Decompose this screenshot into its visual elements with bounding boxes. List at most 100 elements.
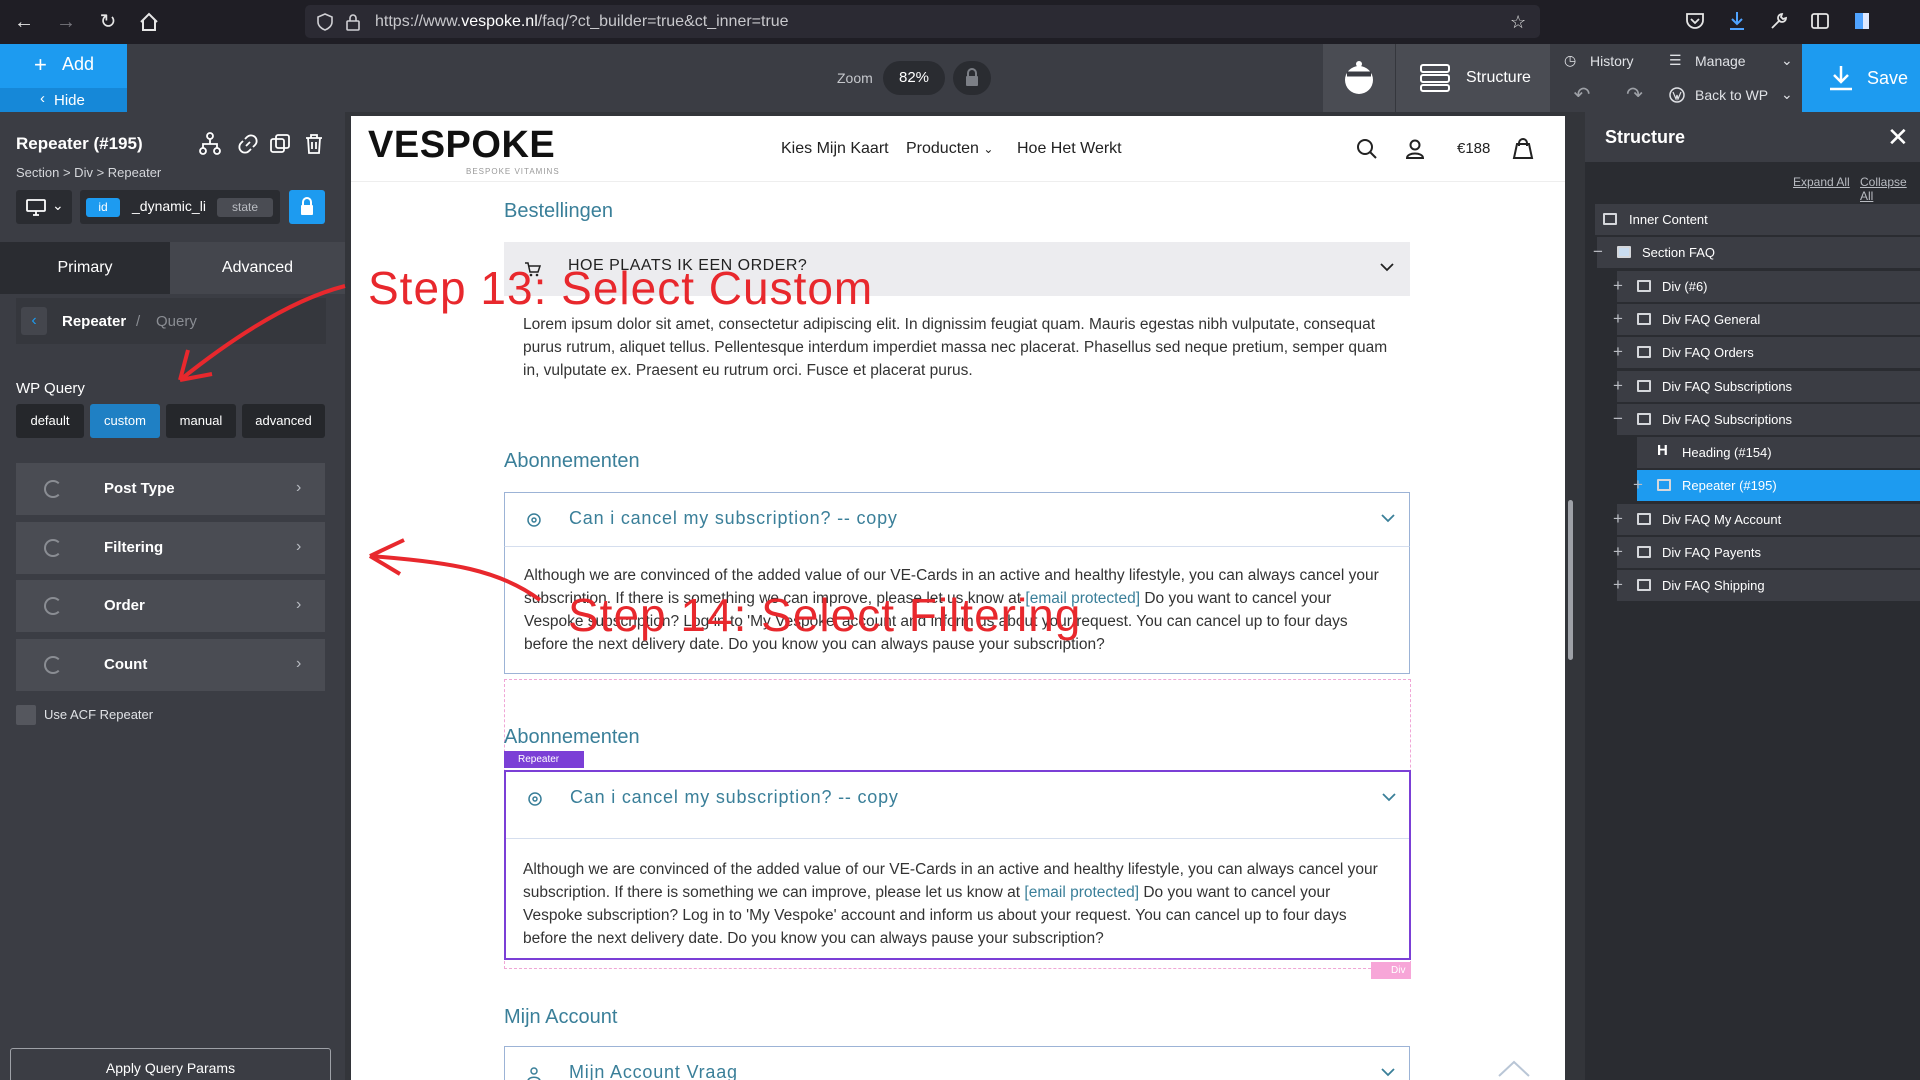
expand-all-link[interactable]: Expand All [1793, 175, 1850, 189]
menu-item-producten[interactable]: Producten ⌄ [906, 140, 993, 158]
wp-query-manual-button[interactable]: manual [166, 404, 236, 438]
pocket-icon[interactable] [1685, 11, 1705, 31]
manage-button[interactable]: ☰ Manage ⌄ [1661, 44, 1801, 78]
home-icon[interactable] [138, 11, 160, 33]
menu-item-hoe-het-werkt[interactable]: Hoe Het Werkt [1017, 140, 1122, 158]
history-button[interactable]: ◷ History [1556, 44, 1661, 78]
back-arrow-icon[interactable]: ← [12, 10, 36, 34]
expand-icon[interactable]: + [1611, 342, 1625, 362]
structure-item[interactable]: + Div FAQ Payents [1613, 537, 1920, 568]
structure-item[interactable]: + Div FAQ General [1613, 304, 1920, 335]
chevron-right-icon: › [296, 655, 302, 672]
wp-query-advanced-button[interactable]: advanced [242, 404, 325, 438]
plus-icon: + [34, 52, 47, 77]
trash-icon[interactable] [302, 132, 326, 156]
structure-item[interactable]: H Heading (#154) [1637, 437, 1920, 468]
structure-item-label: Repeater (#195) [1682, 478, 1777, 493]
duplicate-icon[interactable] [268, 132, 292, 156]
loading-icon [44, 597, 62, 615]
accordion-label: Post Type [104, 480, 175, 497]
breadcrumb-repeater[interactable]: Repeater [62, 313, 126, 330]
address-bar[interactable]: https://www.vespoke.nl/faq/?ct_builder=t… [305, 5, 1540, 38]
zoom-value[interactable]: 82% [883, 61, 945, 95]
acf-repeater-checkbox[interactable] [16, 705, 36, 725]
link-icon[interactable] [236, 132, 260, 156]
repeater-tag[interactable]: Repeater [504, 751, 584, 768]
apply-query-params-button[interactable]: Apply Query Params [10, 1048, 331, 1080]
div-tag[interactable]: Div [1371, 962, 1411, 979]
clock-icon: ◷ [1564, 52, 1577, 68]
div-icon [1637, 513, 1651, 525]
expand-icon[interactable]: + [1611, 309, 1625, 329]
device-selector[interactable]: ⌄ [16, 190, 72, 224]
structure-item[interactable]: Inner Content [1595, 204, 1920, 235]
forward-arrow-icon[interactable]: → [54, 10, 78, 34]
canvas-scrollbar[interactable] [1568, 500, 1573, 660]
accordion-count[interactable]: Count › [16, 639, 325, 691]
chevron-right-icon: › [296, 538, 302, 555]
faq-question[interactable]: Can i cancel my subscription? -- copy [504, 492, 1410, 546]
shopping-bag-icon[interactable] [1510, 136, 1536, 162]
wordpress-icon [1669, 87, 1685, 103]
undo-icon[interactable]: ↶ [1556, 78, 1608, 112]
sidebar-icon[interactable] [1810, 11, 1830, 31]
expand-icon[interactable]: + [1611, 542, 1625, 562]
extension-icon[interactable] [1852, 11, 1872, 31]
accordion-order[interactable]: Order › [16, 580, 325, 632]
back-to-wp-button[interactable]: Back to WP ⌄ [1661, 78, 1801, 112]
expand-icon[interactable]: + [1611, 575, 1625, 595]
hierarchy-icon[interactable] [198, 132, 222, 156]
tab-primary[interactable]: Primary [0, 242, 170, 294]
structure-item[interactable]: + Repeater (#195) [1633, 470, 1920, 501]
structure-item[interactable]: + Div FAQ Orders [1613, 337, 1920, 368]
div-icon [1637, 380, 1651, 392]
add-button[interactable]: + Add ‹ Hide [0, 44, 127, 112]
structure-item[interactable]: + Div FAQ My Account [1613, 504, 1920, 535]
accordion-filtering[interactable]: Filtering › [16, 522, 325, 574]
accordion-post-type[interactable]: Post Type › [16, 463, 325, 515]
structure-item[interactable]: + Div FAQ Subscriptions [1613, 371, 1920, 402]
lock-icon[interactable] [289, 190, 325, 224]
expand-icon[interactable]: + [1611, 376, 1625, 396]
wrench-icon[interactable] [1769, 11, 1789, 31]
collapse-all-link[interactable]: Collapse All [1860, 175, 1920, 203]
expand-icon[interactable]: + [1631, 475, 1645, 495]
wp-query-custom-button[interactable]: custom [90, 404, 160, 438]
selector-box[interactable]: id _dynamic_li state [80, 190, 280, 224]
faq-section-heading: Bestellingen [504, 200, 613, 222]
site-logo[interactable]: VESPOKE [368, 124, 555, 167]
bookmark-star-icon[interactable]: ☆ [1510, 12, 1526, 33]
hide-button[interactable]: ‹ Hide [0, 88, 127, 112]
structure-item[interactable]: − Section FAQ [1593, 237, 1920, 268]
collapse-icon[interactable]: − [1591, 242, 1605, 262]
builder-toolbar: + Add ‹ Hide Zoom 82% Structure ◷ Histor… [0, 44, 1920, 112]
state-badge[interactable]: state [217, 198, 273, 217]
faq-question[interactable]: Mijn Account Vraag [504, 1046, 1410, 1080]
reload-icon[interactable]: ↻ [96, 10, 120, 34]
search-icon[interactable] [1354, 136, 1380, 162]
structure-item[interactable]: − Div FAQ Subscriptions [1613, 404, 1920, 435]
user-icon[interactable] [1402, 136, 1428, 162]
download-icon[interactable] [1727, 10, 1747, 32]
close-icon[interactable]: ✕ [1887, 122, 1909, 153]
menu-item-kies-mijn-kaart[interactable]: Kies Mijn Kaart [781, 140, 889, 158]
chevron-left-icon[interactable]: ‹ [21, 307, 47, 335]
redo-icon[interactable]: ↷ [1608, 78, 1661, 112]
expand-icon[interactable]: + [1611, 509, 1625, 529]
zoom-lock-icon[interactable] [953, 61, 991, 95]
wp-query-default-button[interactable]: default [16, 404, 84, 438]
faq-answer: Lorem ipsum dolor sit amet, consectetur … [523, 316, 1388, 379]
element-breadcrumb[interactable]: Section > Div > Repeater [16, 165, 161, 180]
structure-item-label: Section FAQ [1642, 245, 1715, 260]
scroll-to-top-icon[interactable] [1497, 1058, 1531, 1078]
collapse-icon[interactable]: − [1611, 409, 1625, 429]
structure-item[interactable]: + Div FAQ Shipping [1613, 570, 1920, 601]
structure-button[interactable]: Structure [1395, 44, 1550, 112]
id-badge[interactable]: id [86, 198, 120, 217]
expand-icon[interactable]: + [1611, 276, 1625, 296]
oxygen-logo-icon[interactable] [1323, 44, 1395, 112]
save-button[interactable]: Save [1802, 44, 1920, 112]
chevron-down-icon: ⌄ [1781, 86, 1793, 102]
breadcrumb-separator: / [136, 313, 141, 330]
structure-item[interactable]: + Div (#6) [1613, 271, 1920, 302]
